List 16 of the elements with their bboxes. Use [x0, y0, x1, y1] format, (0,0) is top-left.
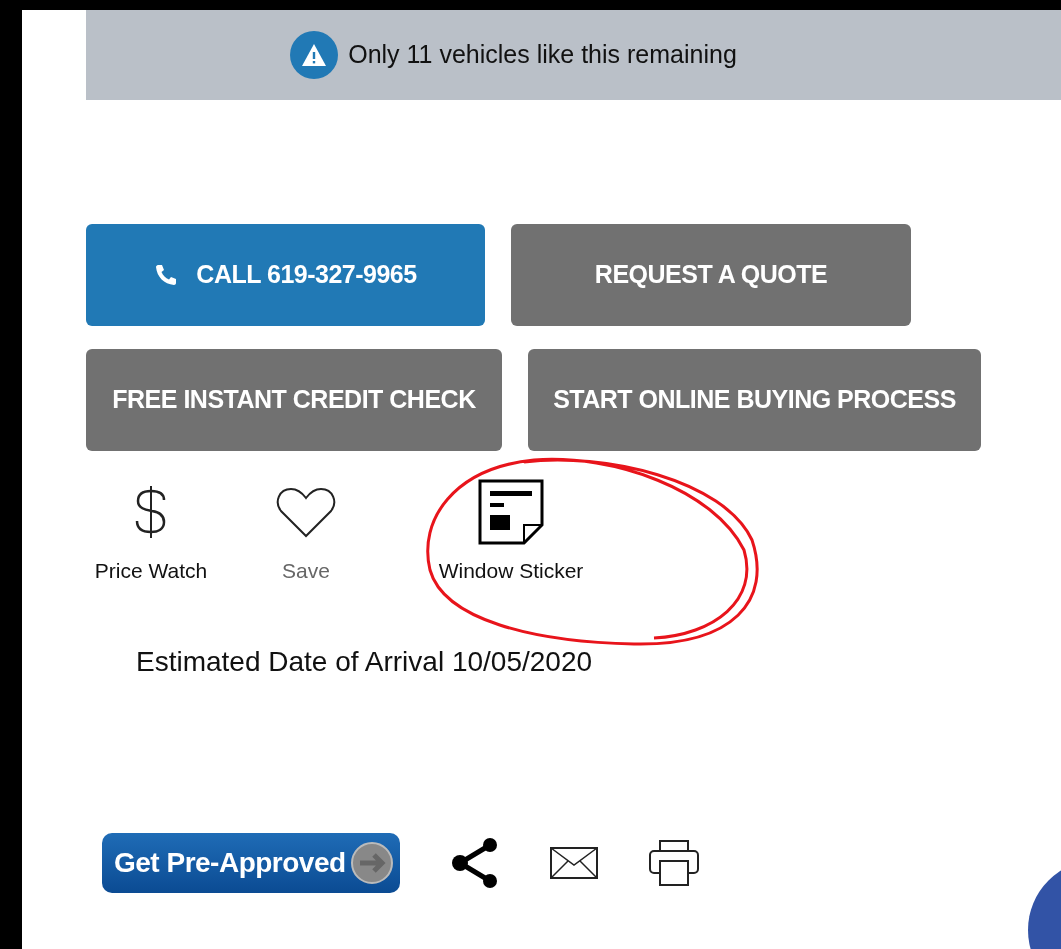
- arrival-date: Estimated Date of Arrival 10/05/2020: [136, 644, 594, 679]
- heart-icon: [276, 486, 336, 538]
- pre-approved-button[interactable]: Get Pre-Approved: [102, 832, 400, 893]
- call-button[interactable]: CALL 619-327-9965: [86, 224, 485, 326]
- mail-icon[interactable]: [549, 846, 598, 879]
- action-link[interactable]: Window Sticker: [396, 477, 626, 587]
- banner-text: Only 11 vehicles like this remaining: [348, 39, 737, 71]
- share-icon[interactable]: [449, 836, 500, 889]
- action-button[interactable]: REQUEST A QUOTE: [511, 224, 911, 326]
- warning-icon: [290, 31, 339, 79]
- phone-icon: [154, 263, 179, 287]
- document-icon: [478, 479, 544, 545]
- action-button[interactable]: START ONLINE BUYING PROCESS: [528, 349, 981, 451]
- action-button[interactable]: FREE INSTANT CREDIT CHECK: [86, 349, 502, 451]
- printer-icon[interactable]: [647, 838, 700, 887]
- action-link[interactable]: Price Watch: [86, 477, 216, 587]
